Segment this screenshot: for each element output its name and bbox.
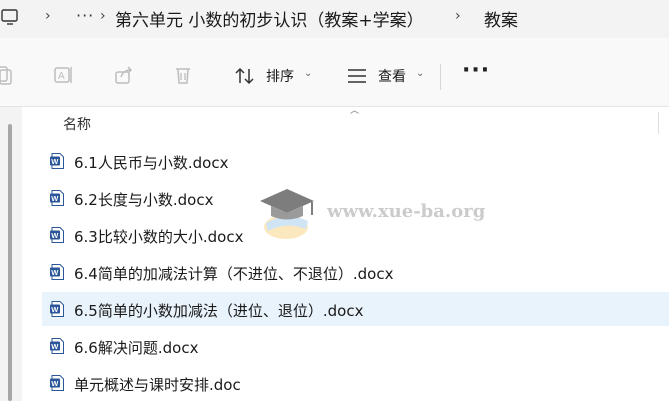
svg-text:W: W: [51, 379, 59, 388]
file-row[interactable]: W 6.6解决问题.docx: [42, 329, 669, 363]
file-name: 单元概述与课时安排.doc: [74, 376, 241, 394]
word-document-icon: W: [50, 190, 64, 206]
file-row[interactable]: W 6.1人民币与小数.docx: [42, 144, 669, 178]
navigation-scrollbar[interactable]: [8, 124, 12, 401]
see-more-button[interactable]: ···: [462, 58, 490, 83]
breadcrumb-item-unit6[interactable]: 第六单元 小数的初步认识（教案+学案）: [115, 6, 424, 31]
file-name: 6.5简单的小数加减法（进位、退位）.docx: [74, 302, 364, 320]
chevron-right-icon[interactable]: ›: [100, 8, 106, 24]
word-document-icon: W: [50, 227, 64, 243]
view-button[interactable]: 查看 ⌄: [346, 64, 428, 88]
breadcrumb-item-jiaoan[interactable]: 教案: [484, 6, 518, 31]
column-divider[interactable]: [658, 112, 659, 134]
word-document-icon: W: [50, 338, 64, 354]
chevron-down-icon: ⌄: [416, 68, 425, 79]
file-name: 6.2长度与小数.docx: [74, 191, 214, 209]
sort-button[interactable]: 排序 ⌄: [234, 64, 316, 88]
svg-text:W: W: [51, 342, 59, 351]
file-row[interactable]: W 6.5简单的小数加减法（进位、退位）.docx: [42, 292, 669, 326]
share-icon[interactable]: [113, 64, 135, 86]
file-row[interactable]: W 6.3比较小数的大小.docx: [42, 218, 669, 252]
chevron-right-icon[interactable]: ›: [45, 8, 51, 24]
column-header-name[interactable]: 名称: [63, 114, 91, 134]
svg-text:W: W: [51, 268, 59, 277]
chevron-right-icon[interactable]: ›: [455, 8, 461, 24]
breadcrumb-overflow-button[interactable]: ···: [76, 6, 94, 25]
file-name: 6.1人民币与小数.docx: [74, 154, 229, 172]
command-bar: A 排序 ⌄ 查看 ⌄ ···: [0, 38, 669, 107]
chevron-down-icon: ⌄: [304, 68, 313, 79]
watermark-logo: [260, 189, 314, 239]
sort-label: 排序: [266, 69, 294, 85]
rename-icon[interactable]: A: [52, 64, 74, 86]
view-label: 查看: [378, 69, 406, 85]
svg-text:W: W: [51, 305, 59, 314]
file-row[interactable]: W 6.4简单的加减法计算（不进位、不退位）.docx: [42, 255, 669, 289]
word-document-icon: W: [50, 264, 64, 280]
file-row[interactable]: W 单元概述与课时安排.doc: [42, 366, 669, 400]
address-bar: › ··· › 第六单元 小数的初步认识（教案+学案） › 教案: [0, 0, 669, 38]
copy-icon[interactable]: [0, 64, 14, 86]
svg-text:A: A: [58, 71, 65, 82]
file-name: 6.3比较小数的大小.docx: [74, 228, 244, 246]
word-document-icon: W: [50, 375, 64, 391]
word-document-icon: W: [50, 153, 64, 169]
file-name: 6.6解决问题.docx: [74, 339, 199, 357]
delete-icon[interactable]: [172, 64, 194, 86]
this-pc-icon[interactable]: [0, 7, 20, 27]
svg-text:W: W: [51, 157, 59, 166]
sort-arrows-icon: [235, 67, 254, 85]
toolbar-divider: [440, 64, 441, 90]
svg-text:W: W: [51, 194, 59, 203]
svg-text:W: W: [51, 231, 59, 240]
view-list-icon: [348, 69, 366, 83]
file-name: 6.4简单的加减法计算（不进位、不退位）.docx: [74, 265, 394, 283]
sort-ascending-icon: ︿: [350, 106, 360, 116]
watermark-text: www.xue-ba.org: [327, 201, 486, 222]
word-document-icon: W: [50, 301, 64, 317]
file-explorer-window: › ··· › 第六单元 小数的初步认识（教案+学案） › 教案 A 排序 ⌄ …: [0, 0, 669, 401]
